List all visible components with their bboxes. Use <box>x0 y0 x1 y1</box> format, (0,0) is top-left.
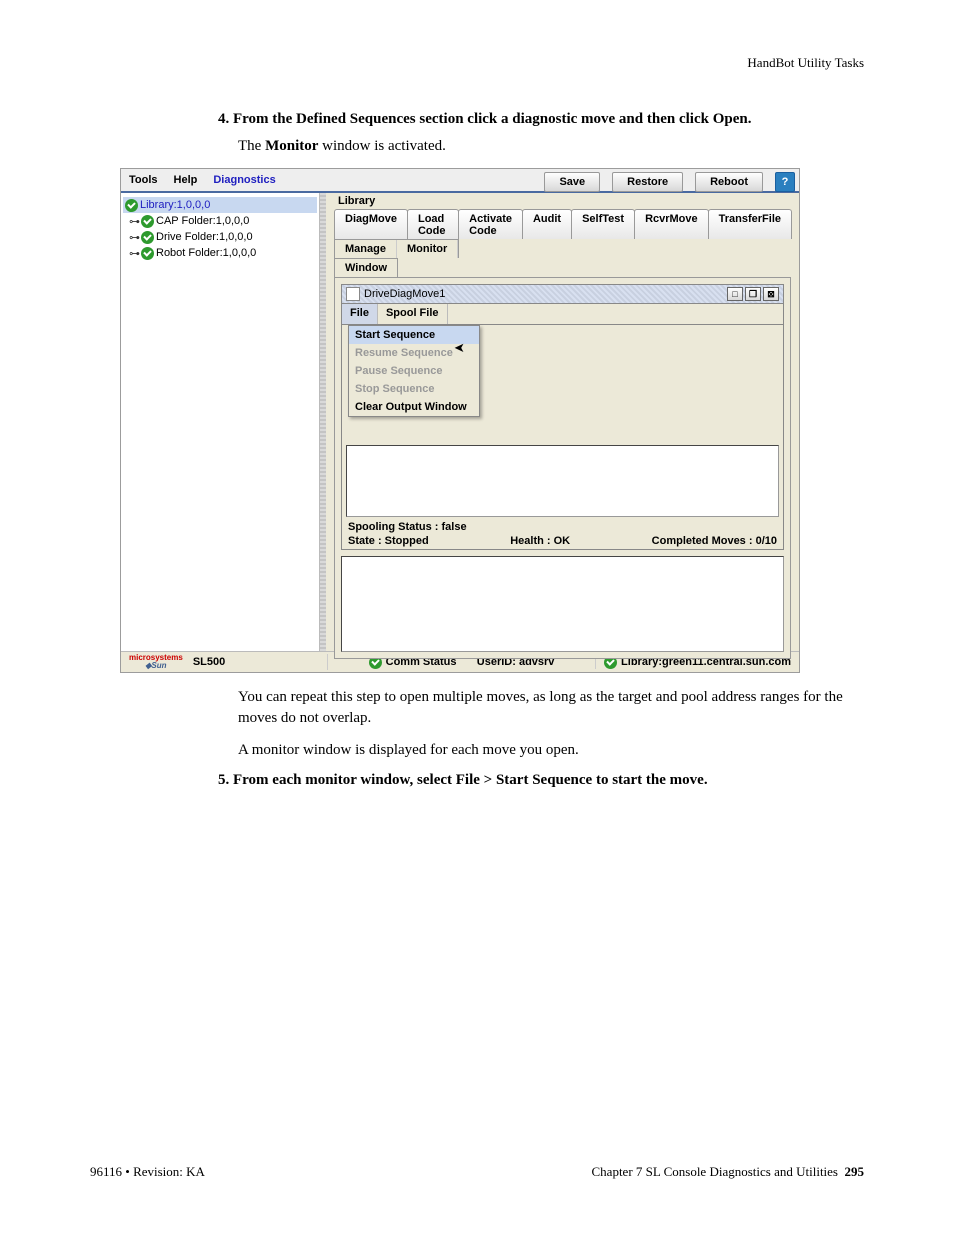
tab-audit[interactable]: Audit <box>522 209 572 239</box>
dropdown-stop-sequence[interactable]: Stop Sequence <box>349 380 479 398</box>
tab-window[interactable]: Window <box>335 259 397 277</box>
inner-menubar: File Spool File <box>342 304 783 325</box>
tree-item-drive[interactable]: ⊶ Drive Folder:1,0,0,0 <box>123 229 317 245</box>
step-4-body-bold: Monitor <box>265 138 318 154</box>
menu-tools[interactable]: Tools <box>121 172 166 188</box>
step-4-text: From the Defined Sequences section click… <box>233 111 751 127</box>
footer-right: Chapter 7 SL Console Diagnostics and Uti… <box>592 1164 865 1180</box>
tab-selftest[interactable]: SelfTest <box>571 209 635 239</box>
expand-icon[interactable]: ⊶ <box>129 231 139 244</box>
footer-chapter: Chapter 7 SL Console Diagnostics and Uti… <box>592 1164 839 1179</box>
tab-loadcode[interactable]: Load Code <box>407 209 459 239</box>
minimize-icon[interactable]: □ <box>727 287 743 301</box>
inner-menu-file[interactable]: File <box>342 304 378 324</box>
running-header: HandBot Utility Tasks <box>90 55 864 71</box>
window-titlebar[interactable]: DriveDiagMove1 □ ❐ ⊠ <box>342 285 783 304</box>
inner-output-area <box>346 445 779 517</box>
after-shot-1: You can repeat this step to open multipl… <box>238 687 864 728</box>
state-label: State : Stopped <box>348 535 429 547</box>
toolbar-right: Save Restore Reboot ? <box>544 172 795 192</box>
tree-pane: Library:1,0,0,0 ⊶ CAP Folder:1,0,0,0 ⊶ D… <box>121 193 320 651</box>
tabs-row-3: Window <box>334 258 398 277</box>
file-dropdown: Start Sequence Resume Sequence Pause Seq… <box>348 325 480 417</box>
drive-diag-window: DriveDiagMove1 □ ❐ ⊠ File Spool File Sta… <box>341 284 784 550</box>
tab-panel: DriveDiagMove1 □ ❐ ⊠ File Spool File Sta… <box>334 277 791 659</box>
step-4-number: 4. <box>218 111 229 127</box>
expand-icon[interactable]: ⊶ <box>129 215 139 228</box>
expand-icon[interactable]: ⊶ <box>129 247 139 260</box>
window-title: DriveDiagMove1 <box>364 288 445 300</box>
help-icon[interactable]: ? <box>775 172 795 192</box>
step-4-body-pre: The <box>238 138 265 154</box>
bottom-output-area <box>341 556 784 652</box>
reboot-button[interactable]: Reboot <box>695 172 763 192</box>
after-shot-2: A monitor window is displayed for each m… <box>238 740 864 760</box>
page-number: 295 <box>845 1164 865 1179</box>
tab-diagmove[interactable]: DiagMove <box>334 209 408 239</box>
tabs-row-1: DiagMove Load Code Activate Code Audit S… <box>334 209 791 239</box>
footer-left: 96116 • Revision: KA <box>90 1164 205 1180</box>
step-4-body: The Monitor window is activated. <box>238 136 864 156</box>
tree-item-robot[interactable]: ⊶ Robot Folder:1,0,0,0 <box>123 245 317 261</box>
tab-manage[interactable]: Manage <box>335 240 397 258</box>
library-fieldset-label: Library <box>336 195 377 207</box>
step-4-body-post: window is activated. <box>318 138 445 154</box>
tabs-row-2: Manage Monitor <box>334 239 459 258</box>
tree-item-cap[interactable]: ⊶ CAP Folder:1,0,0,0 <box>123 213 317 229</box>
save-button[interactable]: Save <box>544 172 600 192</box>
check-icon <box>141 215 154 228</box>
status-product: microsystems ◆Sun SL500 <box>121 654 328 670</box>
menu-help[interactable]: Help <box>166 172 206 188</box>
product-label: SL500 <box>193 656 225 668</box>
maximize-icon[interactable]: ❐ <box>745 287 761 301</box>
restore-button[interactable]: Restore <box>612 172 683 192</box>
step-5-text: From each monitor window, select File > … <box>233 772 708 788</box>
tree-item-label: Robot Folder:1,0,0,0 <box>156 247 256 259</box>
tab-activatecode[interactable]: Activate Code <box>458 209 523 239</box>
sun-logo-icon: microsystems ◆Sun <box>129 654 183 670</box>
screenshot-monitor-window: Tools Help Diagnostics Save Restore Rebo… <box>120 168 800 673</box>
tree-root[interactable]: Library:1,0,0,0 <box>123 197 317 213</box>
cursor-icon: ➤ <box>454 340 465 356</box>
step-5: 5. From each monitor window, select File… <box>218 772 864 789</box>
menu-diagnostics[interactable]: Diagnostics <box>205 172 283 188</box>
dropdown-pause-sequence[interactable]: Pause Sequence <box>349 362 479 380</box>
step-4: 4. From the Defined Sequences section cl… <box>218 111 864 128</box>
check-icon <box>141 247 154 260</box>
inner-statusbar: State : Stopped Health : OK Completed Mo… <box>348 535 777 547</box>
right-pane: Library DiagMove Load Code Activate Code… <box>326 193 799 651</box>
inner-menu-spoolfile[interactable]: Spool File <box>378 304 448 324</box>
close-icon[interactable]: ⊠ <box>763 287 779 301</box>
window-icon <box>346 287 360 301</box>
spool-status: Spooling Status : false <box>348 521 467 533</box>
health-label: Health : OK <box>510 535 570 547</box>
tab-monitor[interactable]: Monitor <box>397 240 458 258</box>
completed-moves-label: Completed Moves : 0/10 <box>652 535 777 547</box>
check-icon <box>125 199 138 212</box>
step-5-number: 5. <box>218 772 229 788</box>
tab-rcvrmove[interactable]: RcvrMove <box>634 209 709 239</box>
tree-item-label: Drive Folder:1,0,0,0 <box>156 231 253 243</box>
dropdown-clear-output[interactable]: Clear Output Window <box>349 398 479 416</box>
tree-root-label: Library:1,0,0,0 <box>140 199 210 211</box>
page-footer: 96116 • Revision: KA Chapter 7 SL Consol… <box>90 1164 864 1180</box>
tree-item-label: CAP Folder:1,0,0,0 <box>156 215 249 227</box>
tab-transferfile[interactable]: TransferFile <box>708 209 792 239</box>
check-icon <box>141 231 154 244</box>
